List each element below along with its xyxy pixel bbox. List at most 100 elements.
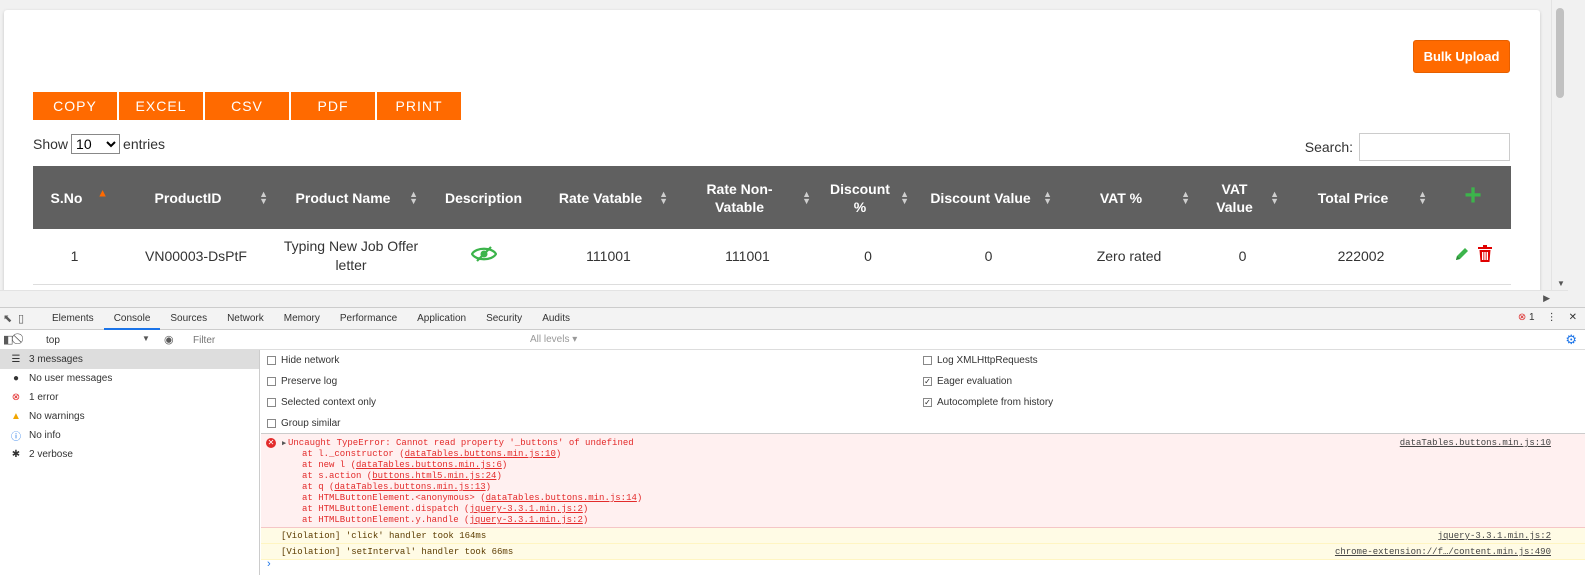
horizontal-scrollbar[interactable]: ▶ <box>0 290 1568 305</box>
col-header-rate-non-vatable[interactable]: Rate Non-Vatable ▲ ▼ <box>676 166 819 229</box>
log-xhr-option[interactable]: Log XMLHttpRequests <box>923 355 1038 366</box>
stack-frame: at HTMLButtonElement.<anonymous> (dataTa… <box>302 493 642 504</box>
frame-end: ) <box>555 449 562 459</box>
checkbox-checked[interactable]: ✓ <box>923 377 932 386</box>
violation-text: [Violation] 'setInterval' handler took 6… <box>281 547 514 557</box>
sidebar-item-verbose[interactable]: ✱ 2 verbose <box>0 445 259 464</box>
inspect-element-icon[interactable]: ⬉ <box>3 312 12 325</box>
tab-application[interactable]: Application <box>407 308 476 330</box>
console-toolbar: ◧ ⃠ top ▼ ◉ All levels ▾ ⚙ <box>0 330 1585 350</box>
col-header-total-price[interactable]: Total Price ▲ ▼ <box>1287 166 1435 229</box>
log-levels-dropdown[interactable]: All levels ▾ <box>530 334 577 345</box>
entries-select[interactable]: 10 <box>71 134 121 154</box>
add-row-plus-icon[interactable]: + <box>1464 179 1482 212</box>
console-sidebar: ☰ 3 messages ● No user messages ⊗ 1 erro… <box>0 350 260 575</box>
frame-source-link[interactable]: jquery-3.3.1.min.js:2 <box>469 515 582 525</box>
checkbox[interactable] <box>923 356 932 365</box>
delete-trash-icon[interactable] <box>1478 245 1492 267</box>
csv-button[interactable]: CSV <box>205 92 289 120</box>
sidebar-item-messages[interactable]: ☰ 3 messages <box>0 350 259 369</box>
edit-pencil-icon[interactable] <box>1454 246 1470 267</box>
error-stack-trace: at l._constructor (dataTables.buttons.mi… <box>302 449 642 526</box>
context-dropdown-icon[interactable]: ▼ <box>142 334 150 343</box>
stack-frame: at HTMLButtonElement.dispatch (jquery-3.… <box>302 504 642 515</box>
tab-performance[interactable]: Performance <box>330 308 407 330</box>
devtools-panel: ⬉ ▯ Elements Console Sources Network Mem… <box>0 307 1585 575</box>
copy-button[interactable]: COPY <box>33 92 117 120</box>
option-label: Autocomplete from history <box>937 397 1054 408</box>
expand-triangle-icon[interactable]: ▶ <box>282 439 286 448</box>
frame-source-link[interactable]: dataTables.buttons.min.js:13 <box>334 482 485 492</box>
frame-source-link[interactable]: dataTables.buttons.min.js:6 <box>356 460 502 470</box>
console-settings-gear-icon[interactable]: ⚙ <box>1565 332 1577 348</box>
col-header-vat-value[interactable]: VAT Value ▲ ▼ <box>1198 166 1287 229</box>
selected-context-option[interactable]: Selected context only <box>267 397 376 408</box>
preserve-log-option[interactable]: Preserve log <box>267 376 337 387</box>
frame-source-link[interactable]: jquery-3.3.1.min.js:2 <box>469 504 582 514</box>
tab-network[interactable]: Network <box>217 308 274 330</box>
console-filter-input[interactable] <box>188 332 523 348</box>
checkbox[interactable] <box>267 398 276 407</box>
pdf-button[interactable]: PDF <box>291 92 375 120</box>
header-label: S.No <box>50 189 83 206</box>
col-header-discount-pct[interactable]: Discount % ▲ ▼ <box>819 166 917 229</box>
print-button[interactable]: PRINT <box>377 92 461 120</box>
checkbox-checked[interactable]: ✓ <box>923 398 932 407</box>
tab-audits[interactable]: Audits <box>532 308 580 330</box>
device-toggle-icon[interactable]: ▯ <box>18 312 24 325</box>
frame-source-link[interactable]: dataTables.buttons.min.js:14 <box>486 493 637 503</box>
bulk-upload-button[interactable]: Bulk Upload <box>1413 40 1510 73</box>
sidebar-item-info[interactable]: ⓘ No info <box>0 426 259 445</box>
console-prompt[interactable]: › <box>267 558 271 570</box>
search-input[interactable] <box>1359 133 1510 161</box>
group-similar-option[interactable]: Group similar <box>267 418 340 429</box>
frame-text: at q ( <box>302 482 335 492</box>
col-header-discount-value[interactable]: Discount Value ▲ ▼ <box>917 166 1060 229</box>
sidebar-item-user-messages[interactable]: ● No user messages <box>0 369 259 388</box>
tab-console[interactable]: Console <box>103 308 161 330</box>
frame-text: at l._constructor ( <box>302 449 405 459</box>
col-header-product-name[interactable]: Product Name ▲ ▼ <box>276 166 426 229</box>
col-header-product-id[interactable]: ProductID ▲ ▼ <box>116 166 276 229</box>
context-selector[interactable]: top <box>40 333 150 348</box>
option-label: Eager evaluation <box>937 376 1013 387</box>
eager-evaluation-option[interactable]: ✓ Eager evaluation <box>923 376 1012 387</box>
error-counter[interactable]: ⊗ 1 <box>1518 312 1535 323</box>
hide-network-option[interactable]: Hide network <box>267 355 339 366</box>
sidebar-item-warnings[interactable]: ▲ No warnings <box>0 407 259 426</box>
close-devtools-icon[interactable]: ✕ <box>1569 312 1577 323</box>
autocomplete-history-option[interactable]: ✓ Autocomplete from history <box>923 397 1053 408</box>
col-header-vat-pct[interactable]: VAT % ▲ ▼ <box>1060 166 1198 229</box>
error-source-link[interactable]: dataTables.buttons.min.js:10 <box>1400 438 1551 448</box>
tab-memory[interactable]: Memory <box>274 308 330 330</box>
option-label: Log XMLHttpRequests <box>937 355 1038 366</box>
sidebar-item-label: No warnings <box>29 411 85 422</box>
col-header-sno[interactable]: S.No ▲ <box>33 166 116 229</box>
excel-button[interactable]: EXCEL <box>119 92 203 120</box>
sidebar-item-errors[interactable]: ⊗ 1 error <box>0 388 259 407</box>
tab-sources[interactable]: Sources <box>160 308 217 330</box>
vertical-scrollbar[interactable]: ▼ <box>1551 0 1568 290</box>
frame-source-link[interactable]: buttons.html5.min.js:24 <box>372 471 496 481</box>
col-header-rate-vatable[interactable]: Rate Vatable ▲ ▼ <box>541 166 676 229</box>
scroll-down-arrow-icon[interactable]: ▼ <box>1557 279 1565 288</box>
scroll-right-arrow-icon[interactable]: ▶ <box>1543 293 1550 304</box>
violation-source-link[interactable]: jquery-3.3.1.min.js:2 <box>1438 531 1551 541</box>
checkbox[interactable] <box>267 356 276 365</box>
frame-end: ) <box>485 482 492 492</box>
more-menu-icon[interactable]: ⋮ <box>1547 312 1557 323</box>
header-label: Rate Vatable <box>558 189 643 206</box>
scrollbar-thumb[interactable] <box>1556 8 1564 98</box>
checkbox[interactable] <box>267 377 276 386</box>
header-label: ProductID <box>154 189 222 206</box>
sort-icon: ▲ ▼ <box>802 188 811 206</box>
checkbox[interactable] <box>267 419 276 428</box>
tab-security[interactable]: Security <box>476 308 532 330</box>
sidebar-toggle-icon[interactable]: ◧ <box>3 333 13 346</box>
levels-label: All levels <box>530 334 570 345</box>
live-expression-eye-icon[interactable]: ◉ <box>164 333 174 346</box>
eye-slash-icon[interactable] <box>470 245 497 268</box>
violation-source-link[interactable]: chrome-extension://f…/content.min.js:490 <box>1335 547 1551 557</box>
frame-source-link[interactable]: dataTables.buttons.min.js:10 <box>405 449 556 459</box>
tab-elements[interactable]: Elements <box>42 308 104 330</box>
